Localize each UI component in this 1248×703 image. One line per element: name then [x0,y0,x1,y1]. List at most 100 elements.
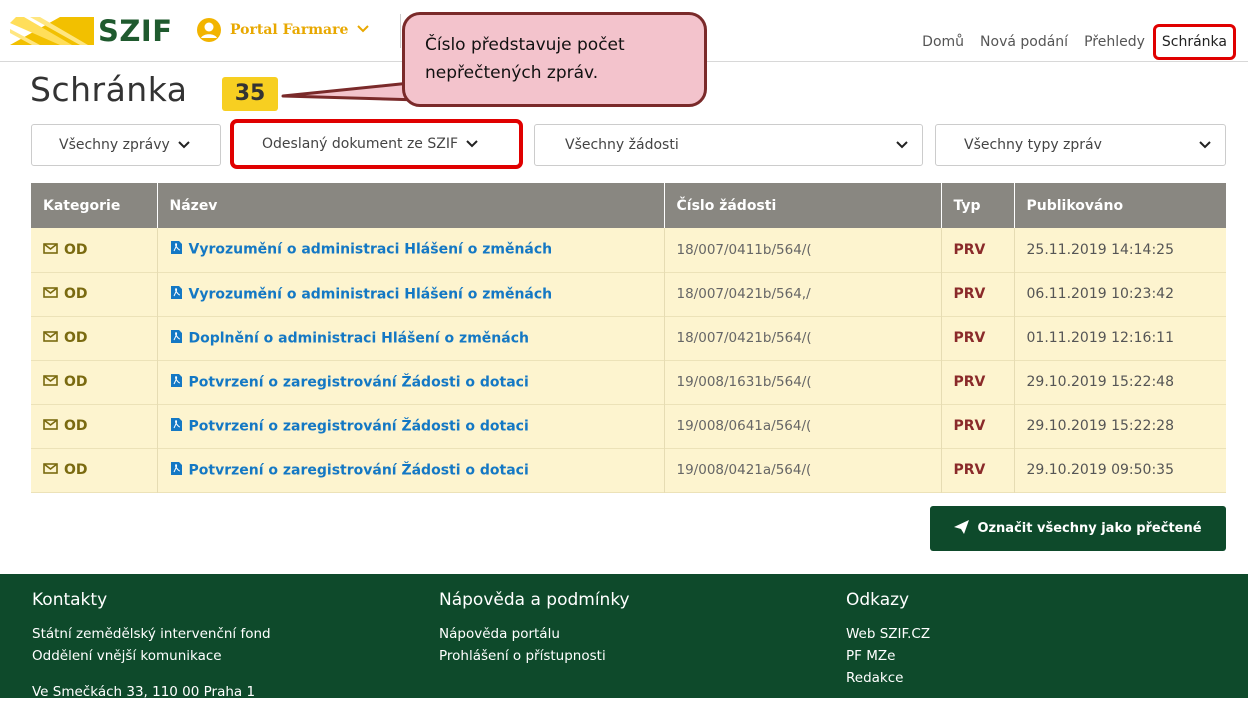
chevron-down-icon [178,138,190,152]
column-header-type[interactable]: Typ [941,183,1015,228]
filter-value: Všechny zprávy [59,137,170,153]
column-header-category[interactable]: Kategorie [31,183,158,228]
main-nav: Domů Nová podání Přehledy Schránka [906,24,1236,60]
table-row[interactable]: OD Vyrozumění o administraci Hlášení o z… [31,272,1226,316]
footer-heading: Nápověda a podmínky [439,590,630,610]
footer-link-editorial[interactable]: Redakce [846,667,930,689]
mark-all-read-button[interactable]: Označit všechny jako přečtené [930,506,1226,551]
category-label: OD [64,418,88,434]
szif-logo[interactable]: SZIF [10,14,173,48]
document-link[interactable]: Vyrozumění o administraci Hlášení o změn… [189,286,553,302]
envelope-icon [43,462,58,478]
table-header-row: Kategorie Název Číslo žádosti Typ Publik… [31,183,1226,228]
filter-value: Všechny žádosti [565,137,679,153]
chevron-down-icon [466,137,478,151]
pdf-icon [170,373,183,392]
filter-value: Všechny typy zpráv [964,137,1102,153]
published-cell: 29.10.2019 15:22:48 [1026,374,1175,390]
category-label: OD [64,286,88,302]
published-cell: 06.11.2019 10:23:42 [1026,286,1175,302]
type-cell: PRV [941,272,1015,316]
name-cell: Doplnění o administraci Hlášení o změnác… [157,316,665,360]
filter-value: Odeslaný dokument ze SZIF [262,136,459,152]
type-cell: PRV [941,448,1015,492]
type-cell: PRV [941,316,1015,360]
published-cell: 25.11.2019 14:14:25 [1026,241,1175,258]
header-divider [400,14,401,48]
category-label: OD [64,374,88,390]
name-cell: Potvrzení o zaregistrování Žádosti o dot… [157,404,665,448]
request-number-cell: 18/007/0411b/564/( [664,228,942,272]
table-row[interactable]: OD Potvrzení o zaregistrování Žádosti o … [31,404,1226,448]
table-row[interactable]: OD Potvrzení o zaregistrování Žádosti o … [31,360,1226,404]
filter-types-select[interactable]: Všechny typy zpráv [935,124,1226,166]
envelope-icon [43,374,58,390]
pdf-icon [170,417,183,436]
footer-link-web-szif[interactable]: Web SZIF.CZ [846,623,930,645]
document-link[interactable]: Potvrzení o zaregistrování Žádosti o dot… [189,418,529,434]
nav-item-inbox[interactable]: Schránka [1152,24,1236,60]
document-link[interactable]: Vyrozumění o administraci Hlášení o změn… [189,242,553,258]
chevron-down-icon [356,22,370,38]
name-cell: Potvrzení o zaregistrování Žádosti o dot… [157,360,665,404]
nav-item-home[interactable]: Domů [922,34,964,50]
category-label: OD [64,330,88,346]
footer-link-accessibility[interactable]: Prohlášení o přístupnosti [439,645,630,667]
chevron-down-icon [896,138,908,152]
document-link[interactable]: Doplnění o administraci Hlášení o změnác… [189,330,529,346]
callout-line: Číslo představuje počet [425,35,625,55]
table-row[interactable]: OD Doplnění o administraci Hlášení o změ… [31,316,1226,360]
logo-text: SZIF [98,14,173,48]
chevron-down-icon [1199,138,1211,152]
published-cell: 29.10.2019 09:50:35 [1026,462,1175,478]
footer-contacts: Kontakty Státní zemědělský intervenční f… [32,590,271,703]
portal-label: Portal Farmare [230,22,349,38]
name-cell: Vyrozumění o administraci Hlášení o změn… [157,272,665,316]
table-row[interactable]: OD Potvrzení o zaregistrování Žádosti o … [31,448,1226,492]
page-title: Schránka [30,70,188,109]
footer-link-help[interactable]: Nápověda portálu [439,623,630,645]
envelope-icon [43,418,58,434]
table-row[interactable]: OD Vyrozumění o administraci Hlášení o z… [31,228,1226,272]
portal-switcher[interactable]: Portal Farmare [196,17,370,43]
type-cell: PRV [941,404,1015,448]
request-number-cell: 18/007/0421b/564/( [664,316,942,360]
footer-heading: Kontakty [32,590,108,610]
category-label: OD [64,462,88,478]
document-link[interactable]: Potvrzení o zaregistrování Žádosti o dot… [189,374,529,390]
name-cell: Vyrozumění o administraci Hlášení o změn… [157,228,665,272]
category-cell: OD [31,448,158,492]
category-cell: OD [31,272,158,316]
footer-text: Státní zemědělský intervenční fond [32,626,271,642]
request-number-cell: 18/007/0421b/564,/ [664,272,942,316]
name-cell: Potvrzení o zaregistrování Žádosti o dot… [157,448,665,492]
category-cell: OD [31,404,158,448]
pdf-icon [170,240,183,259]
category-cell: OD [31,360,158,404]
request-number-cell: 19/008/1631b/564/( [664,360,942,404]
footer-link-pf-mze[interactable]: PF MZe [846,645,930,667]
document-link[interactable]: Potvrzení o zaregistrování Žádosti o dot… [189,462,529,478]
column-header-request-number[interactable]: Číslo žádosti [664,183,942,228]
footer-text: Oddělení vnější komunikace [32,648,222,664]
envelope-icon [43,286,58,302]
footer-heading: Odkazy [846,590,910,610]
user-icon [197,18,221,42]
filter-requests-select[interactable]: Všechny žádosti [534,124,923,166]
filter-messages-select[interactable]: Všechny zprávy [31,124,221,166]
request-number-cell: 19/008/0421a/564/( [664,448,942,492]
footer-links: Odkazy Web SZIF.CZ PF MZe Redakce [846,590,930,689]
envelope-icon [43,242,58,258]
callout-line: nepřečtených zpráv. [425,63,599,83]
published-cell: 29.10.2019 15:22:28 [1026,418,1175,434]
type-cell: PRV [941,360,1015,404]
nav-item-new-submissions[interactable]: Nová podání [980,34,1068,50]
nav-item-overviews[interactable]: Přehledy [1084,34,1145,50]
column-header-name[interactable]: Název [157,183,665,228]
annotation-callout: Číslo představuje počet nepřečtených zpr… [402,12,707,107]
column-header-published[interactable]: Publikováno [1014,183,1226,228]
field-stripes-icon [10,17,94,45]
filter-source-select[interactable]: Odeslaný dokument ze SZIF [230,119,523,169]
footer-address: Ve Smečkách 33, 110 00 Praha 1 [32,684,256,700]
paper-plane-icon [954,519,970,538]
